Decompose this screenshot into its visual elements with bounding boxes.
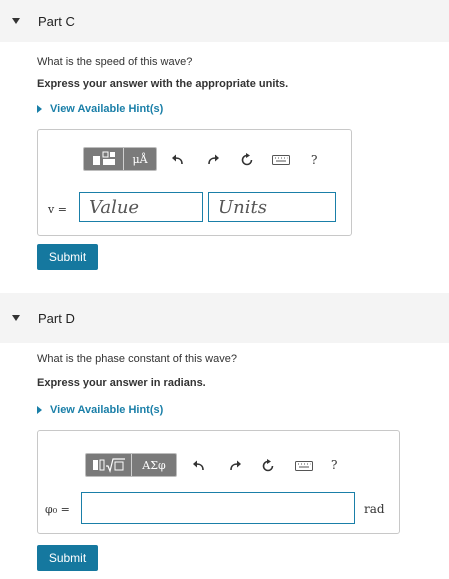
unit-rad-label: rad [364, 502, 385, 516]
collapse-caret-icon[interactable] [12, 18, 20, 24]
templates-button[interactable] [84, 148, 124, 170]
units-button[interactable]: μÅ [124, 148, 156, 170]
templates-sqrt-button[interactable] [86, 454, 132, 476]
redo-icon[interactable] [227, 458, 243, 474]
part-c-submit-button[interactable]: Submit [37, 244, 98, 270]
part-d-header[interactable]: Part D [0, 293, 449, 343]
keyboard-icon[interactable] [271, 152, 291, 168]
hint-label: View Available Hint(s) [50, 404, 164, 416]
collapse-caret-icon[interactable] [12, 315, 20, 321]
redo-icon[interactable] [205, 152, 221, 168]
part-d-hint-link[interactable]: View Available Hint(s) [37, 404, 163, 416]
part-d-math-toolbar: ΑΣφ [85, 453, 177, 477]
help-button[interactable]: ? [311, 153, 317, 167]
expand-triangle-icon [37, 406, 42, 414]
part-c-math-toolbar: μÅ [83, 147, 157, 171]
part-d-question: What is the phase constant of this wave? [37, 353, 237, 365]
keyboard-icon[interactable] [294, 458, 314, 474]
reset-icon[interactable] [239, 152, 255, 168]
variable-label-phi0: φ₀ = [45, 503, 70, 516]
units-input[interactable]: Units [208, 192, 336, 222]
value-input[interactable]: Value [79, 192, 203, 222]
phase-constant-input[interactable] [81, 492, 355, 524]
undo-icon[interactable] [170, 152, 186, 168]
part-c-hint-link[interactable]: View Available Hint(s) [37, 103, 163, 115]
hint-label: View Available Hint(s) [50, 103, 164, 115]
part-c-answer-box: μÅ ? v = Value Units [37, 129, 352, 236]
reset-icon[interactable] [260, 458, 276, 474]
part-d-submit-button[interactable]: Submit [37, 545, 98, 571]
part-d-instruction: Express your answer in radians. [37, 377, 206, 389]
part-d-title: Part D [38, 310, 75, 326]
part-c-header[interactable]: Part C [0, 0, 449, 42]
templates-icon [92, 151, 115, 165]
part-d-answer-box: ΑΣφ ? φ₀ = rad [37, 430, 400, 534]
greek-symbols-button[interactable]: ΑΣφ [132, 454, 176, 476]
templates-sqrt-icon [92, 458, 125, 473]
part-c-question: What is the speed of this wave? [37, 56, 193, 68]
part-c-instruction: Express your answer with the appropriate… [37, 78, 289, 90]
part-c-title: Part C [38, 13, 75, 29]
variable-label-v: v = [48, 203, 67, 216]
undo-icon[interactable] [191, 458, 207, 474]
expand-triangle-icon [37, 105, 42, 113]
help-button[interactable]: ? [331, 458, 337, 472]
